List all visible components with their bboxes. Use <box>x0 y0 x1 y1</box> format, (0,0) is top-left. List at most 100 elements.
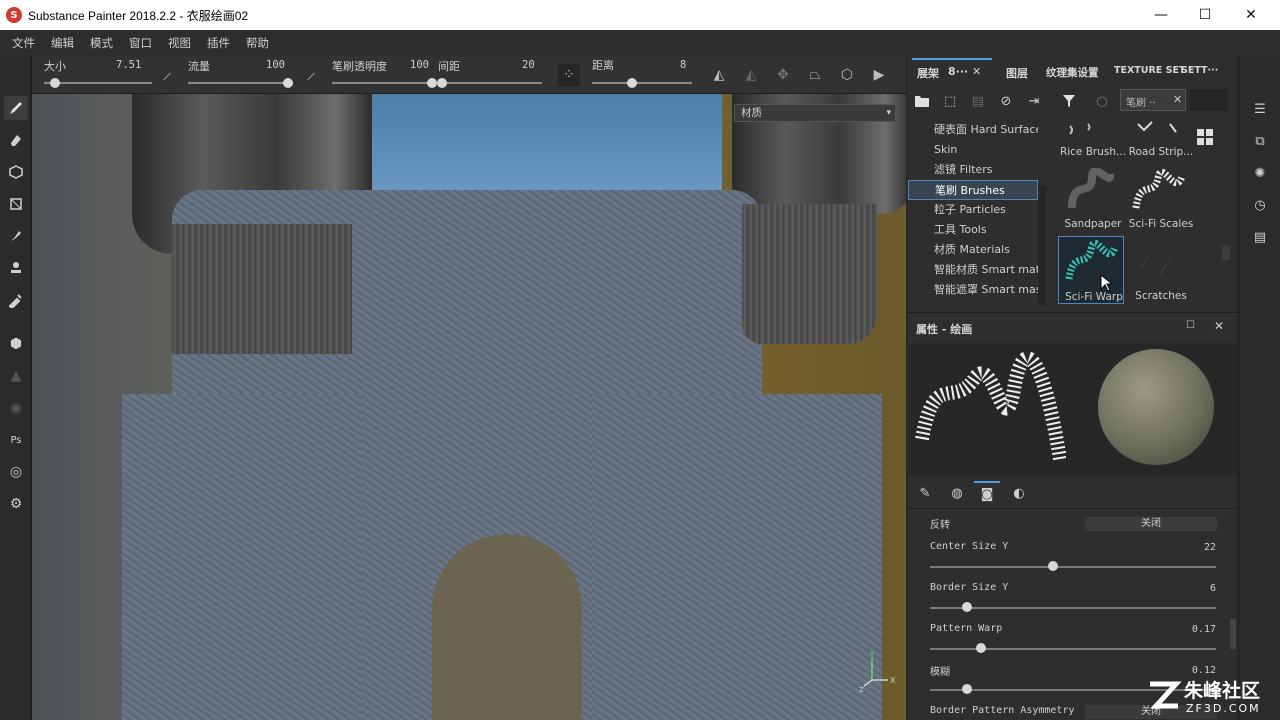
close-tab-icon[interactable]: ✕ <box>972 65 981 78</box>
tab-settings[interactable]: SETT··· <box>1181 65 1218 76</box>
size-slider-handle[interactable] <box>49 78 60 88</box>
material-tab-icon[interactable]: ◐ <box>1006 481 1032 505</box>
material-mode-select[interactable]: 材质 ▾ <box>734 104 896 122</box>
search-input[interactable] <box>1190 89 1228 111</box>
category-smart-materials[interactable]: 智能材质 Smart mate <box>908 260 1038 280</box>
symmetry-icon[interactable]: ◭ <box>708 64 730 86</box>
category-brushes[interactable]: 笔刷 Brushes <box>908 180 1038 200</box>
maximize-button[interactable]: ☐ <box>1182 0 1228 30</box>
display-settings-icon[interactable]: ✺ <box>1249 162 1271 184</box>
eraser-icon[interactable] <box>4 128 28 152</box>
size-slider[interactable] <box>44 82 152 84</box>
spacing-slider-handle[interactable] <box>437 78 447 88</box>
layers-list-icon[interactable]: ☰ <box>1249 98 1271 120</box>
paint-brush-icon[interactable] <box>4 96 28 120</box>
geometry-icon[interactable]: ▲ <box>4 364 28 388</box>
menu-mode[interactable]: 模式 <box>82 35 121 51</box>
flow-slider-handle[interactable] <box>283 78 293 88</box>
projection-icon[interactable] <box>4 160 28 184</box>
menu-view[interactable]: 视图 <box>160 35 199 51</box>
center-size-y-handle[interactable] <box>1047 561 1058 571</box>
thumbs-scrollbar[interactable] <box>1222 246 1230 260</box>
menu-window[interactable]: 窗口 <box>121 35 160 51</box>
border-size-y-handle[interactable] <box>962 602 973 612</box>
texture-set-icon[interactable]: ⧉ <box>1249 130 1271 152</box>
distance-slider[interactable] <box>592 82 692 84</box>
brush-thumb-sandpaper[interactable]: Sandpaper <box>1058 166 1124 234</box>
opacity-slider[interactable] <box>332 82 432 84</box>
hide-icon[interactable]: ⊘ <box>995 90 1017 112</box>
invert-toggle[interactable]: 关闭 <box>1085 517 1217 531</box>
spacing-value[interactable]: 20 <box>522 59 535 71</box>
clone-stamp-icon[interactable] <box>4 256 28 280</box>
bake-icon[interactable]: ⬢ <box>4 332 28 356</box>
settings-icon[interactable]: ⚙ <box>4 492 28 516</box>
video-camera-icon[interactable]: ▶ <box>868 64 890 86</box>
brush-thumb-scifi-warp[interactable]: Sci-Fi Warp <box>1058 236 1124 304</box>
alpha-tab-icon[interactable]: ◍ <box>944 481 970 505</box>
tab-layers[interactable]: 图层 <box>1006 65 1028 81</box>
import-icon[interactable]: ⇥ <box>1023 90 1045 112</box>
pen-pressure-icon[interactable] <box>163 72 171 81</box>
close-icon[interactable]: ✕ <box>1173 93 1182 106</box>
circle-filter-icon[interactable]: ○ <box>1091 90 1113 112</box>
tab-shelf-more[interactable]: 8··· <box>948 65 968 78</box>
menu-edit[interactable]: 编辑 <box>43 35 82 51</box>
brush-tab-icon[interactable]: ✎ <box>912 481 938 505</box>
center-size-y-value[interactable]: 22 <box>1204 542 1216 553</box>
history-icon[interactable]: ◷ <box>1249 194 1271 216</box>
stencil-tab-icon[interactable]: ◙ <box>974 481 1000 505</box>
category-hard-surface[interactable]: 硬表面 Hard Surface <box>908 120 1038 140</box>
category-filters[interactable]: 滤镜 Filters <box>908 160 1038 180</box>
polygon-fill-icon[interactable] <box>4 192 28 216</box>
filter-icon[interactable] <box>1058 90 1080 112</box>
color-picker-icon[interactable] <box>4 288 28 312</box>
search-tag-chip[interactable]: 笔刷 ·· ✕ <box>1120 89 1186 111</box>
category-skin[interactable]: Skin <box>908 140 1038 160</box>
category-materials[interactable]: 材质 Materials <box>908 240 1038 260</box>
category-tools[interactable]: 工具 Tools <box>908 220 1038 240</box>
center-size-y-slider[interactable] <box>930 566 1216 568</box>
pattern-warp-value[interactable]: 0.17 <box>1192 624 1216 635</box>
opacity-value[interactable]: 100 <box>410 59 429 71</box>
trash-icon[interactable]: ▤ <box>967 90 989 112</box>
spacing-slider[interactable] <box>442 82 542 84</box>
perspective-icon[interactable]: ⏢ <box>804 64 826 86</box>
mirror-icon[interactable]: ◭ <box>740 64 762 86</box>
tab-texture-set-settings[interactable]: 纹理集设置 <box>1046 65 1099 80</box>
pattern-warp-handle[interactable] <box>976 643 987 653</box>
close-button[interactable]: ✕ <box>1228 0 1274 30</box>
photoshop-icon[interactable]: Ps <box>4 428 28 452</box>
new-shelf-icon[interactable]: ⬚ <box>939 90 961 112</box>
smudge-icon[interactable] <box>4 224 28 248</box>
distance-slider-handle[interactable] <box>627 78 637 88</box>
maximize-panel-icon[interactable]: ☐ <box>1186 320 1195 331</box>
tab-texture-set[interactable]: TEXTURE SET <box>1114 65 1185 76</box>
menu-plugins[interactable]: 插件 <box>199 35 238 51</box>
properties-scrollbar[interactable] <box>1230 619 1236 649</box>
transform-icon[interactable]: ✥ <box>772 64 794 86</box>
category-particles[interactable]: 粒子 Particles <box>908 200 1038 220</box>
lazy-mouse-icon[interactable]: ⁘ <box>558 64 580 86</box>
border-size-y-value[interactable]: 6 <box>1210 583 1216 594</box>
blur-handle[interactable] <box>962 684 973 694</box>
brush-thumb-scratches[interactable]: Scratches <box>1126 236 1192 304</box>
camera-icon[interactable]: ◎ <box>4 460 28 484</box>
menu-help[interactable]: 帮助 <box>238 35 277 51</box>
3d-viewport[interactable]: 材质 ▾ X Y Z <box>32 94 906 720</box>
tab-shelf[interactable]: 展架 <box>917 65 939 81</box>
categories-scrollbar[interactable] <box>1038 186 1046 306</box>
border-size-y-slider[interactable] <box>930 607 1216 609</box>
size-value[interactable]: 7.51 <box>116 59 141 71</box>
minimize-button[interactable]: — <box>1138 0 1184 30</box>
folder-icon[interactable] <box>911 90 933 112</box>
cube-view-icon[interactable]: ⬡ <box>836 64 858 86</box>
opacity-slider-handle[interactable] <box>427 78 437 88</box>
pen-pressure-icon[interactable] <box>307 72 315 81</box>
flow-slider[interactable] <box>188 82 288 84</box>
iray-icon[interactable]: ◉ <box>4 396 28 420</box>
log-icon[interactable]: ▤ <box>1249 226 1271 248</box>
distance-value[interactable]: 8 <box>680 59 686 71</box>
close-panel-icon[interactable]: ✕ <box>1214 319 1224 333</box>
pattern-warp-slider[interactable] <box>930 648 1216 650</box>
